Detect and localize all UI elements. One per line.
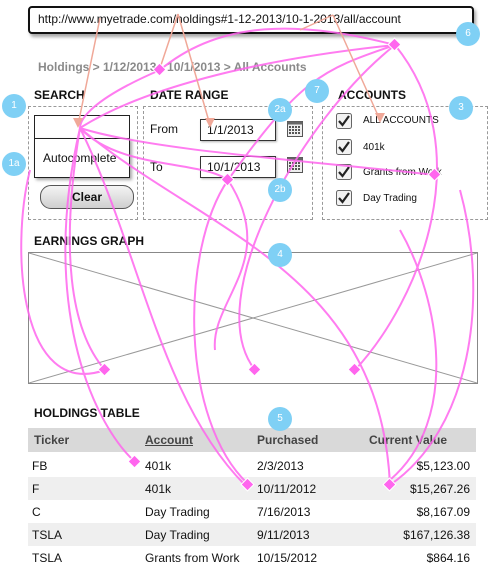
annotation-badge: 2b [268,178,292,202]
cell-current-value: $8,167.09 [416,505,470,519]
clear-button[interactable]: Clear [40,185,134,209]
cell-ticker: TSLA [32,551,63,565]
cell-purchased: 10/11/2012 [257,482,317,496]
table-row[interactable]: C Day Trading 7/16/2013 $8,167.09 [28,500,476,523]
cell-purchased: 2/3/2013 [257,459,304,473]
cell-ticker: C [32,505,41,519]
url-bar[interactable]: http://www.myetrade.com/holdings#1-12-20… [28,6,474,34]
account-label: 401k [363,142,385,153]
column-header-purchased[interactable]: Purchased [257,433,318,447]
cell-current-value: $864.16 [426,551,470,565]
checkbox-401k[interactable] [336,139,352,155]
annotation-badge: 2a [268,98,292,122]
autocomplete-text: Autocomplete [43,151,117,165]
cell-current-value: $167,126.38 [403,528,470,542]
annotation-badge: 7 [305,79,329,103]
date-range-heading: DATE RANGE [150,88,229,102]
cell-ticker: TSLA [32,528,63,542]
column-header-ticker[interactable]: Ticker [34,433,69,447]
to-date-value: 10/1/2013 [207,160,261,174]
calendar-icon[interactable] [287,157,303,173]
account-label: Day Trading [363,193,417,204]
from-date-value: 1/1/2013 [207,123,254,137]
search-input[interactable] [34,115,130,139]
column-header-current-value[interactable]: Current Value [369,433,447,447]
account-label: Grants from Work [363,167,442,178]
table-row[interactable]: TSLA Grants from Work 10/15/2012 $864.16 [28,546,476,569]
table-row[interactable]: F 401k 10/11/2012 $15,267.26 [28,477,476,500]
annotation-badge: 1 [2,94,26,118]
cell-account: Day Trading [145,528,210,542]
breadcrumb: Holdings > 1/12/2013 - 10/1/2013 > All A… [38,60,307,74]
checkbox-grants-from-work[interactable] [336,164,352,180]
cell-account: 401k [145,482,172,496]
annotation-badge: 4 [268,243,292,267]
autocomplete-dropdown[interactable]: Autocomplete [34,138,130,178]
cell-ticker: F [32,482,40,496]
earnings-graph-placeholder [28,252,478,384]
annotation-badge: 5 [268,407,292,431]
cell-account: Day Trading [145,505,210,519]
table-row[interactable]: FB 401k 2/3/2013 $5,123.00 [28,454,476,477]
from-date-input[interactable]: 1/1/2013 [200,119,276,141]
holdings-table-heading: HOLDINGS TABLE [34,406,140,420]
calendar-icon[interactable] [287,121,303,137]
earnings-graph-heading: EARNINGS GRAPH [34,234,145,248]
cell-purchased: 7/16/2013 [257,505,311,519]
table-row[interactable]: TSLA Day Trading 9/11/2013 $167,126.38 [28,523,476,546]
column-header-account[interactable]: Account [145,433,193,447]
cell-purchased: 10/15/2012 [257,551,318,565]
cell-purchased: 9/11/2013 [257,528,310,542]
checkbox-day-trading[interactable] [336,190,352,206]
annotation-badge: 1a [2,152,26,176]
annotation-badge: 6 [456,22,480,46]
url-text: http://www.myetrade.com/holdings#1-12-20… [38,12,401,26]
from-label: From [150,122,178,136]
table-header: Ticker Account Purchased Current Value [28,428,476,452]
annotation-badge: 3 [449,96,473,120]
cell-current-value: $15,267.26 [409,482,470,496]
cell-account: Grants from Work [145,551,240,565]
account-label: ALL ACCOUNTS [363,115,439,126]
to-date-input[interactable]: 10/1/2013 [200,156,276,178]
accounts-heading: ACCOUNTS [338,88,406,102]
search-heading: SEARCH [34,88,85,102]
to-label: To [150,160,163,174]
checkbox-all-accounts[interactable] [336,113,352,129]
cell-account: 401k [145,459,172,473]
cell-ticker: FB [32,459,48,473]
cell-current-value: $5,123.00 [416,459,470,473]
